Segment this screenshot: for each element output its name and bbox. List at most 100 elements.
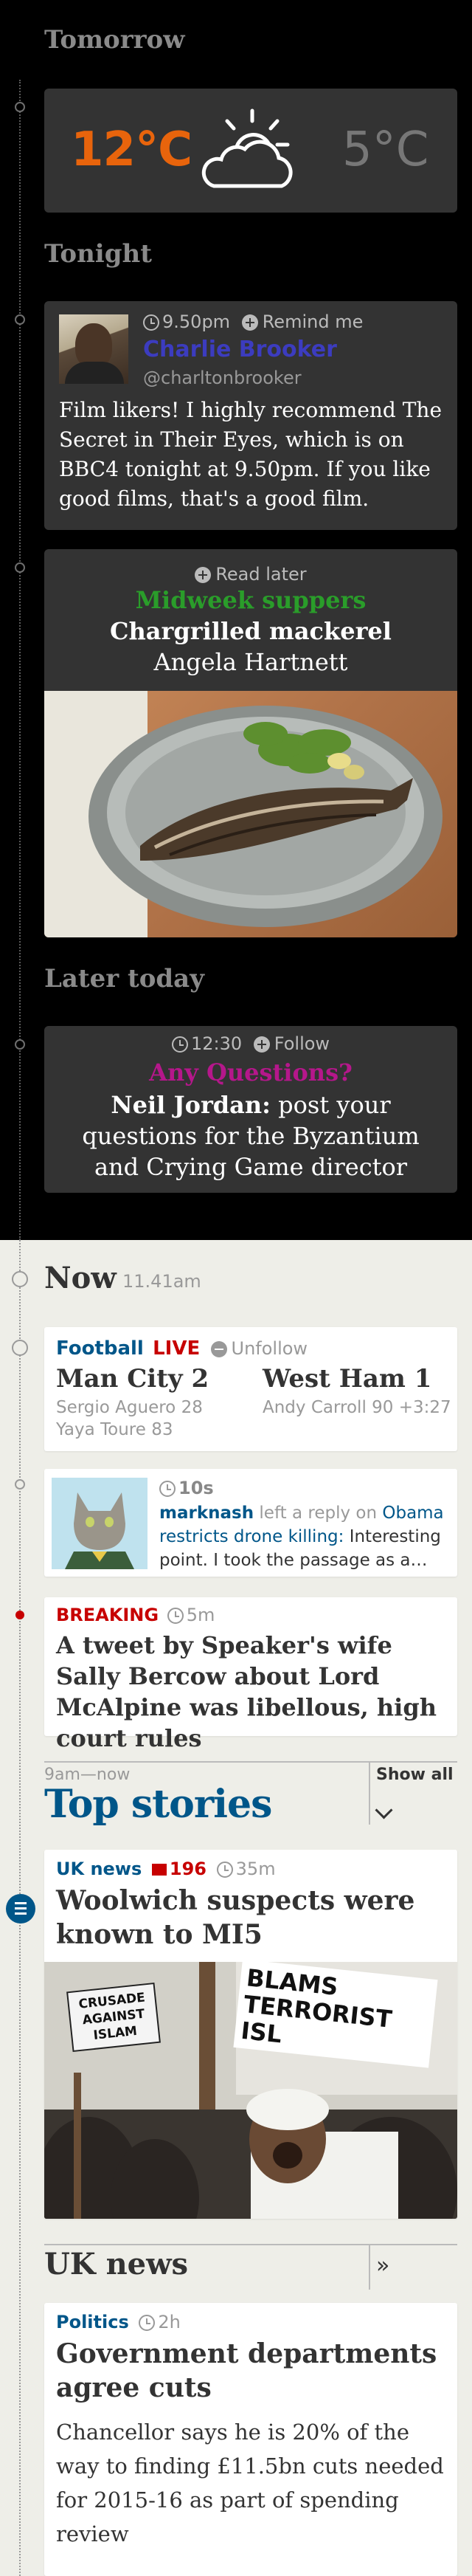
uk-news-meta: Politics 2h xyxy=(56,2312,181,2332)
divider xyxy=(44,1761,457,1763)
partly-cloudy-icon xyxy=(192,103,302,199)
weather-card[interactable]: 12°C 5°C xyxy=(44,89,457,213)
breaking-dot xyxy=(15,1611,24,1619)
recipe-series: Midweek suppers xyxy=(135,586,367,614)
later-today-heading: Later today xyxy=(44,964,204,993)
recipe-author: Angela Hartnett xyxy=(153,648,348,676)
clock-icon xyxy=(143,314,159,331)
timeline-dot xyxy=(15,1039,25,1050)
timeline-dot xyxy=(12,1340,28,1356)
home-team: Man City 2 xyxy=(56,1364,209,1394)
remind-me-button[interactable]: Remind me xyxy=(241,311,364,332)
plus-icon xyxy=(195,567,212,583)
reply-action: left a reply on xyxy=(259,1504,378,1523)
comment-count-value: 196 xyxy=(169,1859,207,1879)
read-later-label: Read later xyxy=(215,564,307,585)
plus-icon xyxy=(241,314,258,331)
timeline-dot xyxy=(15,102,25,112)
top-story-meta: UK news 196 35m xyxy=(56,1859,276,1879)
event-card[interactable]: 12:30 Follow Any Questions? Neil Jordan:… xyxy=(44,1026,457,1193)
uk-news-age: 2h xyxy=(158,2312,181,2332)
divider xyxy=(44,2244,457,2245)
comment-icon xyxy=(151,1864,167,1876)
reply-meta: 10s xyxy=(159,1478,214,1498)
away-scorer: Andy Carroll 90 +3:27 xyxy=(263,1398,451,1417)
minus-icon xyxy=(210,1341,227,1357)
event-name: Neil Jordan: xyxy=(111,1091,271,1119)
protest-sign-left: CRUSADE AGAINST ISLAM xyxy=(66,1982,161,2053)
football-meta: Football LIVE Unfollow xyxy=(56,1337,308,1360)
reply-age: 10s xyxy=(178,1478,214,1498)
clock-icon xyxy=(139,2315,156,2331)
clock-icon xyxy=(159,1481,176,1497)
event-text-block: Neil Jordan: post your questions for the… xyxy=(59,1089,442,1182)
top-story-card[interactable]: UK news 196 35m Woolwich suspects were k… xyxy=(44,1850,457,2219)
unfollow-button[interactable]: Unfollow xyxy=(210,1338,308,1359)
timeline-line-upcoming xyxy=(19,80,21,1240)
away-team: West Ham 1 xyxy=(263,1364,432,1394)
breaking-age: 5m xyxy=(186,1605,215,1625)
event-time: 12:30 xyxy=(190,1033,243,1054)
reply-card[interactable]: 10s marknash left a reply on Obama restr… xyxy=(44,1469,457,1577)
top-stories-heading: Top stories xyxy=(44,1782,272,1827)
timeline-dot xyxy=(15,562,25,573)
timeline-dot xyxy=(15,1479,25,1490)
timeline-dot xyxy=(15,314,25,325)
divider xyxy=(369,1761,370,1825)
uk-news-card[interactable]: Politics 2h Government departments agree… xyxy=(44,2303,457,2576)
event-series: Any Questions? xyxy=(149,1058,353,1086)
follow-label: Follow xyxy=(274,1033,330,1054)
top-story-marker-icon xyxy=(6,1894,35,1924)
now-time: 11.41am xyxy=(122,1271,201,1292)
protest-photo: CRUSADE AGAINST ISLAM BLAMS TERRORIST IS… xyxy=(44,1962,457,2219)
author-avatar xyxy=(59,314,128,384)
double-chevron-right-icon[interactable]: » xyxy=(376,2253,389,2279)
uk-news-heading[interactable]: UK news xyxy=(44,2247,188,2281)
tweet-card[interactable]: 9.50pm Remind me Charlie Brooker @charlt… xyxy=(44,301,457,530)
comment-count[interactable]: 196 xyxy=(151,1859,207,1879)
football-card[interactable]: Football LIVE Unfollow Man City 2 Sergio… xyxy=(44,1327,457,1451)
breaking-card[interactable]: BREAKING 5m A tweet by Speaker's wife Sa… xyxy=(44,1597,457,1752)
breaking-headline[interactable]: A tweet by Speaker's wife Sally Bercow a… xyxy=(56,1630,447,1754)
tweet-handle[interactable]: @charltonbrooker xyxy=(143,368,302,388)
high-temperature: 12°C xyxy=(71,123,192,177)
show-all-button[interactable]: Show all xyxy=(376,1766,454,1784)
recipe-card[interactable]: Read later Midweek suppers Chargrilled m… xyxy=(44,549,457,937)
now-clock-icon xyxy=(12,1271,28,1287)
tonight-heading: Tonight xyxy=(44,239,152,269)
mackerel-photo xyxy=(44,691,457,937)
home-scorer: Yaya Toure 83 xyxy=(56,1420,173,1439)
football-section[interactable]: Football xyxy=(56,1337,144,1360)
tweet-meta: 9.50pm Remind me xyxy=(143,311,363,332)
low-temperature: 5°C xyxy=(342,123,429,177)
reply-user[interactable]: marknash xyxy=(159,1504,254,1523)
top-story-headline[interactable]: Woolwich suspects were known to MI5 xyxy=(56,1884,447,1952)
unfollow-label: Unfollow xyxy=(231,1338,308,1359)
divider xyxy=(369,2244,370,2290)
cat-avatar xyxy=(52,1478,148,1569)
home-scorer: Sergio Aguero 28 xyxy=(56,1398,203,1417)
remind-me-label: Remind me xyxy=(262,311,364,332)
plus-icon xyxy=(253,1036,270,1053)
reply-text-block: marknash left a reply on Obama restricts… xyxy=(159,1501,450,1572)
tweet-author[interactable]: Charlie Brooker xyxy=(143,337,337,362)
read-later-button[interactable]: Read later xyxy=(44,564,457,585)
uk-news-headline[interactable]: Government departments agree cuts xyxy=(56,2337,447,2405)
top-story-section[interactable]: UK news xyxy=(56,1859,142,1879)
clock-icon xyxy=(216,1862,233,1878)
tweet-text: Film likers! I highly recommend The Secr… xyxy=(59,398,442,511)
breaking-label: BREAKING xyxy=(56,1605,159,1625)
clock-icon xyxy=(167,1608,184,1624)
uk-news-section[interactable]: Politics xyxy=(56,2312,129,2332)
now-heading: Now xyxy=(44,1261,117,1295)
live-badge: LIVE xyxy=(153,1337,201,1360)
uk-news-standfirst: Chancellor says he is 20% of the way to … xyxy=(56,2420,444,2546)
clock-icon xyxy=(171,1036,188,1053)
tweet-time: 9.50pm xyxy=(162,311,231,332)
recipe-title: Chargrilled mackerel xyxy=(110,617,392,645)
follow-button[interactable]: Follow xyxy=(253,1033,330,1054)
top-story-age: 35m xyxy=(235,1859,276,1879)
event-meta: 12:30 Follow xyxy=(44,1033,457,1054)
breaking-meta: BREAKING 5m xyxy=(56,1605,215,1625)
tomorrow-heading: Tomorrow xyxy=(44,25,185,55)
